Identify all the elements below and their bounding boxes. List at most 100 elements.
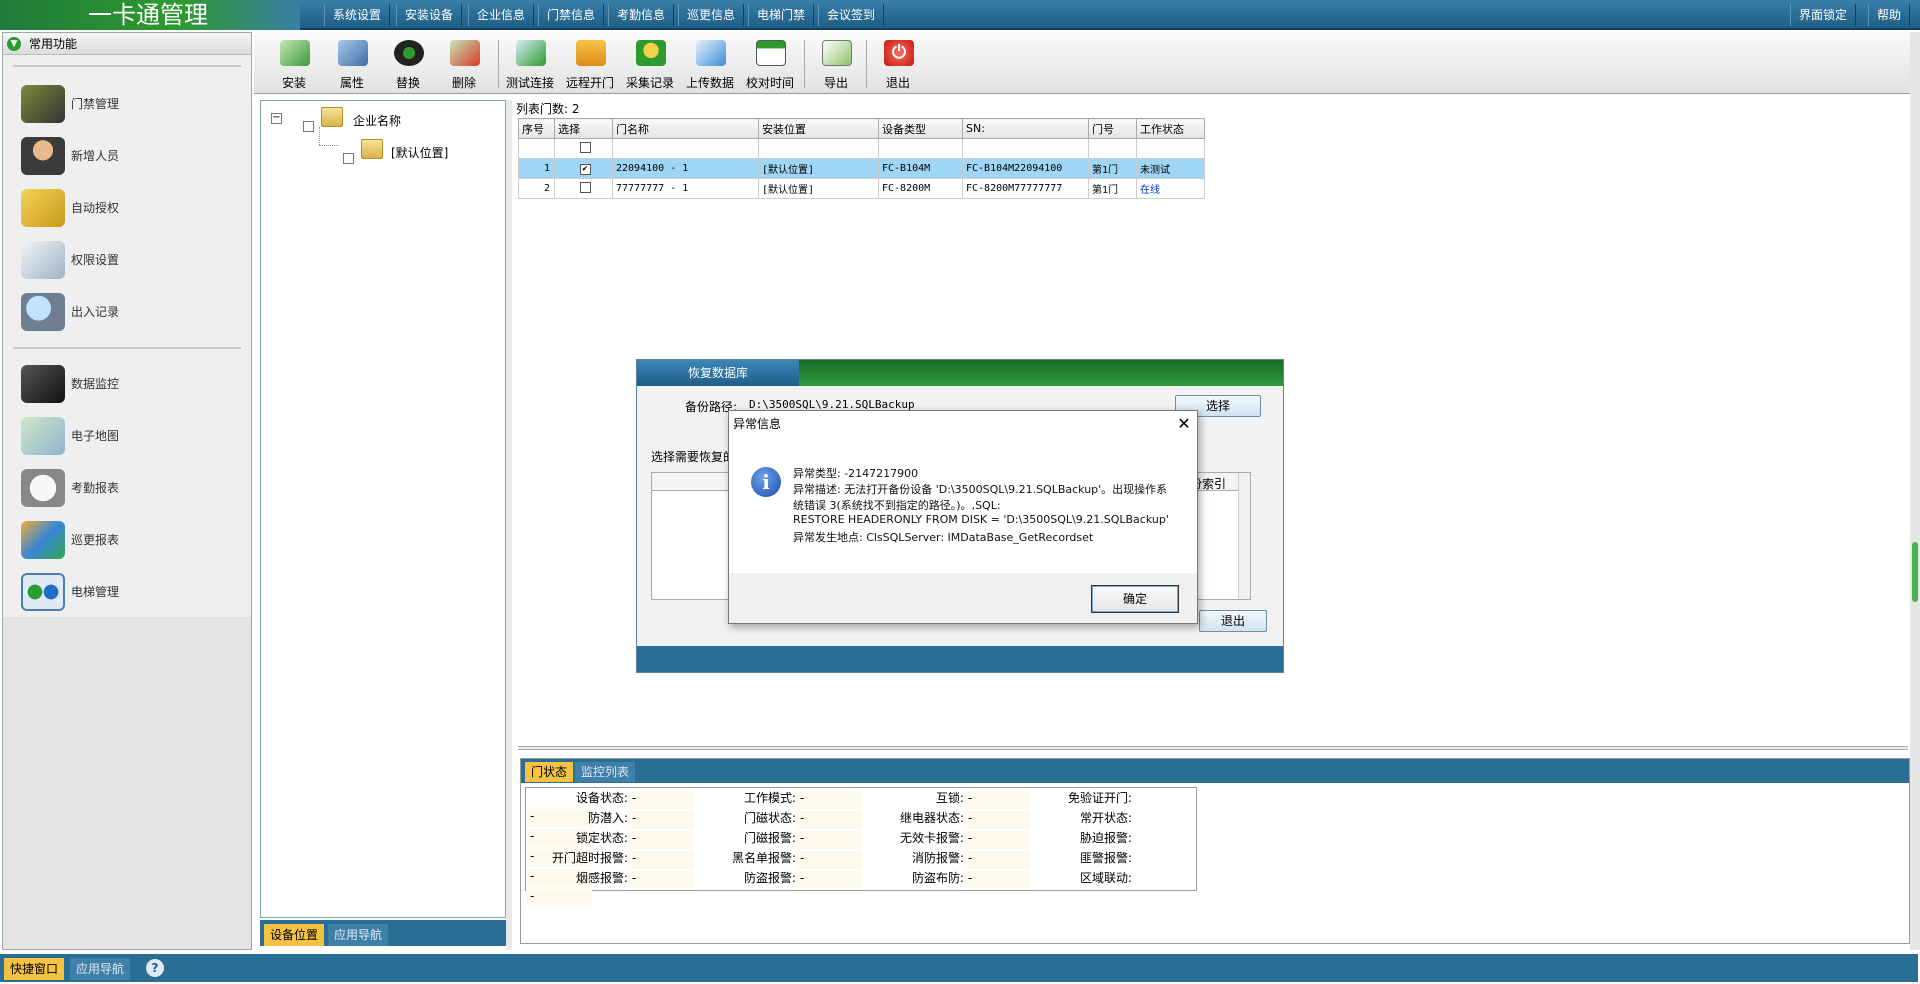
remove-device-icon — [450, 40, 480, 66]
cell-sn: FC-8200M77777777 — [962, 178, 1089, 199]
export-button[interactable]: 导出 — [808, 34, 864, 92]
door-status-panel: 门状态 监控列表 设备状态: - 工作模式: - 互锁: - 免验证开门:- 防潜入: - 门磁状… — [520, 758, 1910, 944]
column-header[interactable]: SN: — [962, 118, 1089, 139]
elevator-arrows-icon — [21, 573, 65, 611]
list-scrollbar[interactable] — [1238, 473, 1250, 599]
column-header[interactable]: 工作状态 — [1136, 118, 1205, 139]
shortcut-data-monitor[interactable]: 数据监控 — [3, 359, 251, 409]
column-header[interactable]: 门名称 — [612, 118, 759, 139]
shortcut-label: 巡更报表 — [71, 533, 120, 547]
cell-door-name: 77777777 - 1 — [612, 178, 759, 199]
error-description: 异常描述: 无法打开备份设备 'D:\3500SQL\9.21.SQLBacku… — [793, 483, 1168, 496]
shortcut-add-person[interactable]: 新增人员 — [3, 131, 251, 181]
button-label: 采集记录 — [625, 76, 674, 90]
status-label: 匪警报警: — [1079, 851, 1132, 865]
status-value: - — [628, 871, 694, 889]
tree-node-checkbox[interactable] — [343, 153, 354, 164]
shortcut-patrol-report[interactable]: 巡更报表 — [3, 515, 251, 565]
status-value: - — [628, 791, 694, 809]
status-label: 工作模式: — [743, 791, 796, 805]
tree-node-company[interactable]: 企业名称 — [353, 112, 401, 129]
menu-meeting-signin[interactable]: 会议签到 — [818, 4, 885, 26]
horizontal-splitter[interactable] — [518, 746, 1908, 750]
shortcut-label: 电梯管理 — [71, 585, 120, 599]
vertical-splitter[interactable] — [506, 100, 512, 950]
ok-button[interactable]: 确定 — [1091, 585, 1179, 613]
tab-door-status[interactable]: 门状态 — [525, 762, 574, 782]
shortcut-auto-authorize[interactable]: 自动授权 — [3, 183, 251, 233]
cell-select[interactable]: ✔ — [554, 158, 613, 179]
tab-monitor-list[interactable]: 监控列表 — [575, 762, 636, 782]
shortcut-access-management[interactable]: 门禁管理 — [3, 79, 251, 129]
tab-app-navigation[interactable]: 应用导航 — [70, 958, 131, 980]
shortcut-electronic-map[interactable]: 电子地图 — [3, 411, 251, 461]
replace-button[interactable]: 替换 — [380, 34, 436, 92]
select-all-checkbox[interactable] — [579, 141, 591, 153]
top-menu-bar: 一卡通管理 系统设置 安装设备 企业信息 门禁信息 考勤信息 巡更信息 电梯门禁… — [0, 0, 1920, 30]
vertical-scrollbar[interactable] — [1910, 32, 1920, 950]
menu-attendance-info[interactable]: 考勤信息 — [608, 4, 675, 26]
column-header[interactable]: 门号 — [1088, 118, 1137, 139]
status-value: - — [796, 791, 862, 809]
shortcut-access-records[interactable]: 出入记录 — [3, 287, 251, 337]
tree-node-checkbox[interactable] — [303, 121, 314, 132]
table-row[interactable]: 1 ✔ 22094100 - 1 [默认位置] FC-B104M FC-B104… — [518, 158, 1205, 179]
collect-icon — [636, 40, 666, 66]
tab-quick-window[interactable]: 快捷窗口 — [4, 958, 65, 980]
collect-records-button[interactable]: 采集记录 — [622, 34, 678, 92]
access-control-icon — [21, 85, 65, 123]
layers-icon — [21, 521, 65, 559]
menu-install-device[interactable]: 安装设备 — [396, 4, 463, 26]
cell-device-type: FC-B104M — [878, 158, 963, 179]
cell-status: 未测试 — [1136, 158, 1205, 179]
table-row[interactable]: 2 77777777 - 1 [默认位置] FC-8200M FC-8200M7… — [518, 178, 1205, 199]
camera-icon — [21, 365, 65, 403]
menu-system-settings[interactable]: 系统设置 — [324, 4, 391, 26]
shortcut-attendance-report[interactable]: 考勤报表 — [3, 463, 251, 513]
install-button[interactable]: 安装 — [266, 34, 322, 92]
column-header[interactable]: 安装位置 — [758, 118, 879, 139]
column-header[interactable]: 序号 — [518, 118, 555, 139]
button-label: 远程开门 — [565, 76, 614, 90]
row-checkbox[interactable]: ✔ — [579, 163, 591, 175]
button-label: 导出 — [823, 76, 848, 90]
exit-dialog-button[interactable]: 退出 — [1199, 610, 1267, 632]
error-description-cont: 统错误 3(系统找不到指定的路径。)。,SQL: — [793, 499, 1001, 512]
remote-open-button[interactable]: 远程开门 — [562, 34, 618, 92]
cell-door-no: 第1门 — [1088, 178, 1137, 199]
menu-access-info[interactable]: 门禁信息 — [538, 4, 605, 26]
tree-node-default-location[interactable]: [默认位置] — [391, 144, 448, 161]
test-connection-button[interactable]: 测试连接 — [502, 34, 558, 92]
panel-header[interactable]: ▼ 常用功能 — [3, 33, 251, 55]
shortcut-permission-settings[interactable]: 权限设置 — [3, 235, 251, 285]
menu-lock-ui[interactable]: 界面锁定 — [1790, 4, 1857, 26]
status-label: 区域联动: — [1079, 871, 1132, 885]
row-checkbox[interactable] — [579, 181, 591, 193]
upload-data-button[interactable]: 上传数据 — [682, 34, 738, 92]
status-value: - — [628, 811, 694, 829]
cell-select[interactable] — [554, 178, 613, 199]
dialog-title: 异常信息 — [729, 411, 1197, 437]
menu-patrol-info[interactable]: 巡更信息 — [678, 4, 745, 26]
scrollbar-thumb[interactable] — [1912, 542, 1918, 602]
menu-company-info[interactable]: 企业信息 — [468, 4, 535, 26]
menu-help[interactable]: 帮助 — [1868, 4, 1911, 26]
close-icon[interactable]: ✕ — [1175, 415, 1193, 433]
help-icon[interactable]: ? — [146, 959, 164, 977]
tab-device-location[interactable]: 设备位置 — [264, 924, 325, 946]
tree-collapse-toggle[interactable]: − — [271, 113, 282, 124]
door-list-table: 序号 选择 门名称 安装位置 设备类型 SN: 门号 工作状态 1 ✔ 2209… — [518, 118, 1205, 199]
delete-button[interactable]: 删除 — [436, 34, 492, 92]
shortcut-elevator-management[interactable]: 电梯管理 — [3, 567, 251, 617]
tab-app-navigation[interactable]: 应用导航 — [328, 924, 389, 946]
column-header[interactable]: 设备类型 — [878, 118, 963, 139]
exit-button[interactable]: ⏻ 退出 — [870, 34, 926, 92]
power-icon: ⏻ — [884, 40, 914, 66]
menu-elevator-access[interactable]: 电梯门禁 — [748, 4, 815, 26]
collapse-icon[interactable]: ▼ — [7, 37, 21, 51]
filter-cell — [878, 138, 963, 159]
select-all-cell[interactable] — [554, 138, 613, 159]
properties-button[interactable]: 属性 — [324, 34, 380, 92]
sync-time-button[interactable]: 校对时间 — [742, 34, 798, 92]
column-header[interactable]: 选择 — [554, 118, 613, 139]
